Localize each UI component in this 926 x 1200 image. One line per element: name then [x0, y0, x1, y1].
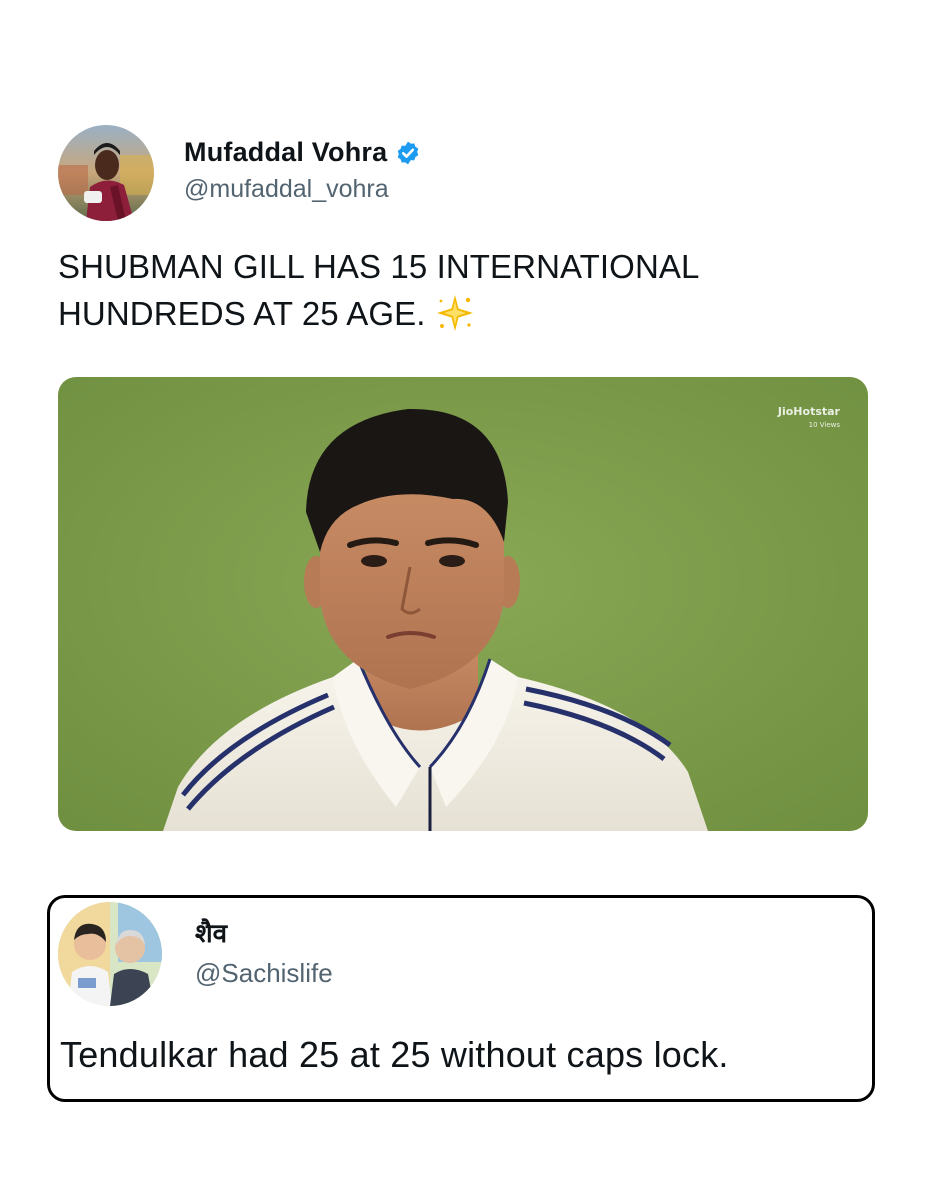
watermark-sub: 10 Views — [808, 421, 840, 429]
sparkle-icon — [437, 295, 474, 331]
author-name-row: Mufaddal Vohra — [184, 137, 421, 168]
reply-handle[interactable]: @Sachislife — [195, 958, 333, 989]
reply-display-name[interactable]: शैव — [195, 914, 227, 950]
reply-card: शैव @Sachislife Tendulkar had 25 at 25 w… — [47, 895, 875, 1102]
verified-badge-icon — [398, 141, 419, 164]
broadcast-watermark: JioHotstar 10 Views — [778, 405, 840, 429]
tweet-photo[interactable]: JioHotstar 10 Views — [58, 377, 868, 831]
author-avatar[interactable] — [58, 125, 154, 221]
reply-avatar[interactable] — [58, 902, 162, 1006]
tweet-body: SHUBMAN GILL HAS 15 INTERNATIONAL HUNDRE… — [58, 248, 699, 332]
cricketer-photo — [58, 377, 868, 831]
watermark-brand: JioHotstar — [777, 405, 840, 418]
reply-text: Tendulkar had 25 at 25 without caps lock… — [60, 1034, 729, 1075]
author-display-name[interactable]: Mufaddal Vohra — [184, 137, 387, 168]
tweet-text: SHUBMAN GILL HAS 15 INTERNATIONAL HUNDRE… — [58, 243, 870, 337]
author-handle[interactable]: @mufaddal_vohra — [184, 175, 389, 204]
